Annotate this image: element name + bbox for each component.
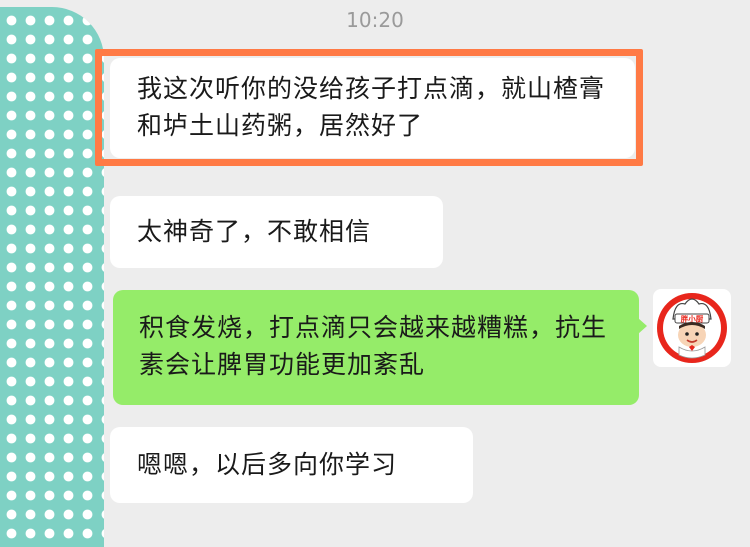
message-text: 积食发烧，打点滴只会越来越糟糕，抗生素会让脾胃功能更加紊乱 xyxy=(139,313,608,379)
self-avatar[interactable]: 胖小厨 xyxy=(653,289,731,367)
message-bubble-outgoing[interactable]: 积食发烧，打点滴只会越来越糟糕，抗生素会让脾胃功能更加紊乱 xyxy=(113,290,639,405)
message-bubble-incoming[interactable]: 我这次听你的没给孩子打点滴，就山楂膏和垆土山药粥，居然好了 xyxy=(110,58,635,158)
chef-avatar-icon: 胖小厨 xyxy=(657,293,727,363)
message-text: 嗯嗯，以后多向你学习 xyxy=(137,450,398,479)
timestamp-label: 10:20 xyxy=(346,8,404,32)
message-bubble-incoming[interactable]: 嗯嗯，以后多向你学习 xyxy=(110,427,473,503)
bubble-tail xyxy=(638,318,647,334)
message-text: 太神奇了，不敢相信 xyxy=(137,217,372,246)
contact-avatar[interactable] xyxy=(0,7,104,547)
message-bubble-incoming[interactable]: 太神奇了，不敢相信 xyxy=(110,196,443,268)
message-text: 我这次听你的没给孩子打点滴，就山楂膏和垆土山药粥，居然好了 xyxy=(137,74,606,140)
chef-logo-text: 胖小厨 xyxy=(680,314,704,324)
